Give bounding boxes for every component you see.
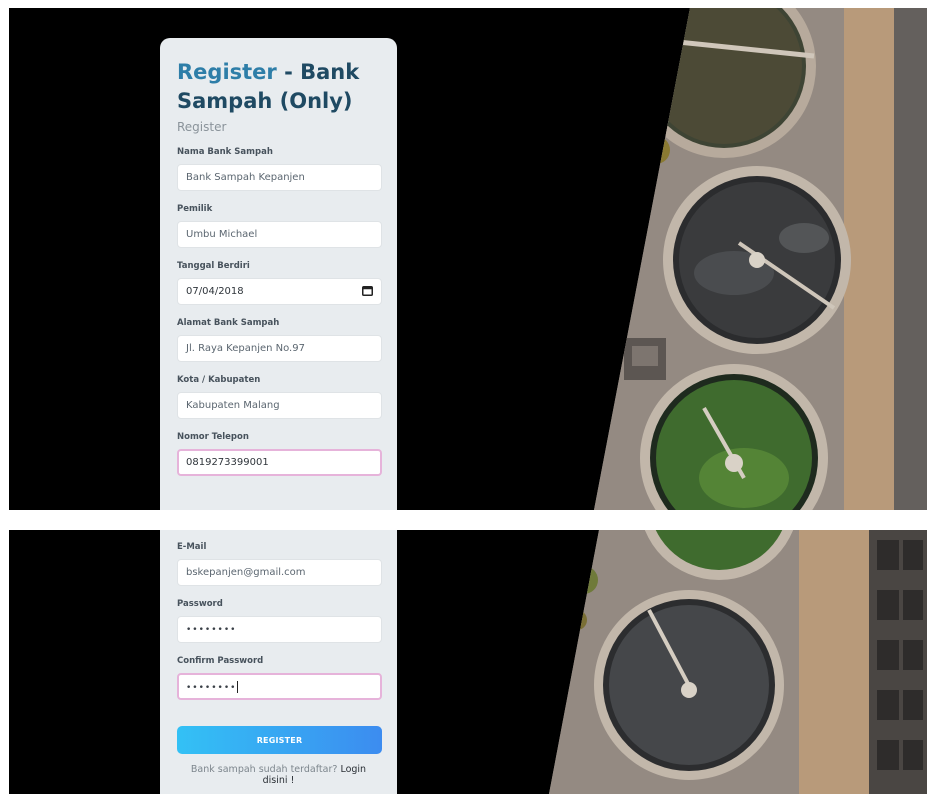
- telepon-label: Nomor Telepon: [177, 432, 249, 442]
- telepon-value: 0819273399001: [186, 457, 269, 468]
- kota-label: Kota / Kabupaten: [177, 375, 261, 385]
- alamat-label: Alamat Bank Sampah: [177, 318, 280, 328]
- register-card: Register - Bank Sampah (Only) Register N…: [160, 38, 397, 510]
- pemilik-input[interactable]: Umbu Michael: [177, 221, 382, 248]
- confirm-password-input[interactable]: ••••••••: [177, 673, 382, 700]
- tanggal-berdiri-input[interactable]: 07/04/2018: [177, 278, 382, 305]
- confirm-password-label: Confirm Password: [177, 656, 264, 666]
- nama-bank-sampah-label: Nama Bank Sampah: [177, 147, 273, 157]
- telepon-input[interactable]: 0819273399001: [177, 449, 382, 476]
- register-card-lower: E-Mail bskepanjen@gmail.com Password •••…: [160, 530, 397, 794]
- email-input[interactable]: bskepanjen@gmail.com: [177, 559, 382, 586]
- email-label: E-Mail: [177, 542, 207, 552]
- password-input[interactable]: ••••••••: [177, 616, 382, 643]
- confirm-password-value: ••••••••: [186, 682, 237, 693]
- nama-bank-sampah-input[interactable]: Bank Sampah Kepanjen: [177, 164, 382, 191]
- pemilik-label: Pemilik: [177, 204, 213, 214]
- tanggal-berdiri-label: Tanggal Berdiri: [177, 261, 250, 271]
- tanggal-berdiri-value: 07/04/2018: [186, 286, 244, 297]
- field-nama-bank-sampah: Nama Bank Sampah Bank Sampah Kepanjen: [177, 147, 382, 191]
- wastewater-plant-illustration: [594, 8, 927, 510]
- alamat-input[interactable]: Jl. Raya Kepanjen No.97: [177, 335, 382, 362]
- login-question: Bank sampah sudah terdaftar?: [190, 764, 338, 775]
- screenshot-bottom: E-Mail bskepanjen@gmail.com Password •••…: [9, 530, 927, 794]
- pemilik-value: Umbu Michael: [186, 229, 258, 240]
- field-alamat-bank-sampah: Alamat Bank Sampah Jl. Raya Kepanjen No.…: [177, 318, 382, 362]
- email-value: bskepanjen@gmail.com: [186, 567, 306, 578]
- wastewater-plant-illustration-lower: [549, 530, 927, 794]
- password-value: ••••••••: [186, 624, 237, 635]
- page-subtitle: Register: [177, 120, 227, 134]
- register-button[interactable]: REGISTER: [177, 726, 382, 754]
- field-pemilik: Pemilik Umbu Michael: [177, 204, 382, 248]
- login-prompt: Bank sampah sudah terdaftar? Login disin…: [177, 764, 380, 786]
- calendar-icon[interactable]: [362, 285, 373, 299]
- nama-bank-sampah-value: Bank Sampah Kepanjen: [186, 172, 305, 183]
- alamat-value: Jl. Raya Kepanjen No.97: [186, 343, 305, 354]
- confirm-password-content: ••••••••: [186, 680, 239, 693]
- kota-value: Kabupaten Malang: [186, 400, 280, 411]
- screenshot-top: Register - Bank Sampah (Only) Register N…: [9, 8, 927, 510]
- field-password: Password ••••••••: [177, 599, 382, 643]
- password-label: Password: [177, 599, 223, 609]
- aerial-photo-lower: [549, 530, 927, 794]
- text-caret: [237, 680, 239, 693]
- aerial-photo: [594, 8, 927, 510]
- field-confirm-password: Confirm Password ••••••••: [177, 656, 382, 700]
- field-nomor-telepon: Nomor Telepon 0819273399001: [177, 432, 382, 476]
- field-tanggal-berdiri: Tanggal Berdiri 07/04/2018: [177, 261, 382, 305]
- page-title: Register - Bank Sampah (Only): [177, 58, 380, 116]
- calendar-icon-svg: [362, 285, 373, 296]
- field-email: E-Mail bskepanjen@gmail.com: [177, 542, 382, 586]
- field-kota-kabupaten: Kota / Kabupaten Kabupaten Malang: [177, 375, 382, 419]
- kota-input[interactable]: Kabupaten Malang: [177, 392, 382, 419]
- title-accent: Register: [177, 60, 277, 84]
